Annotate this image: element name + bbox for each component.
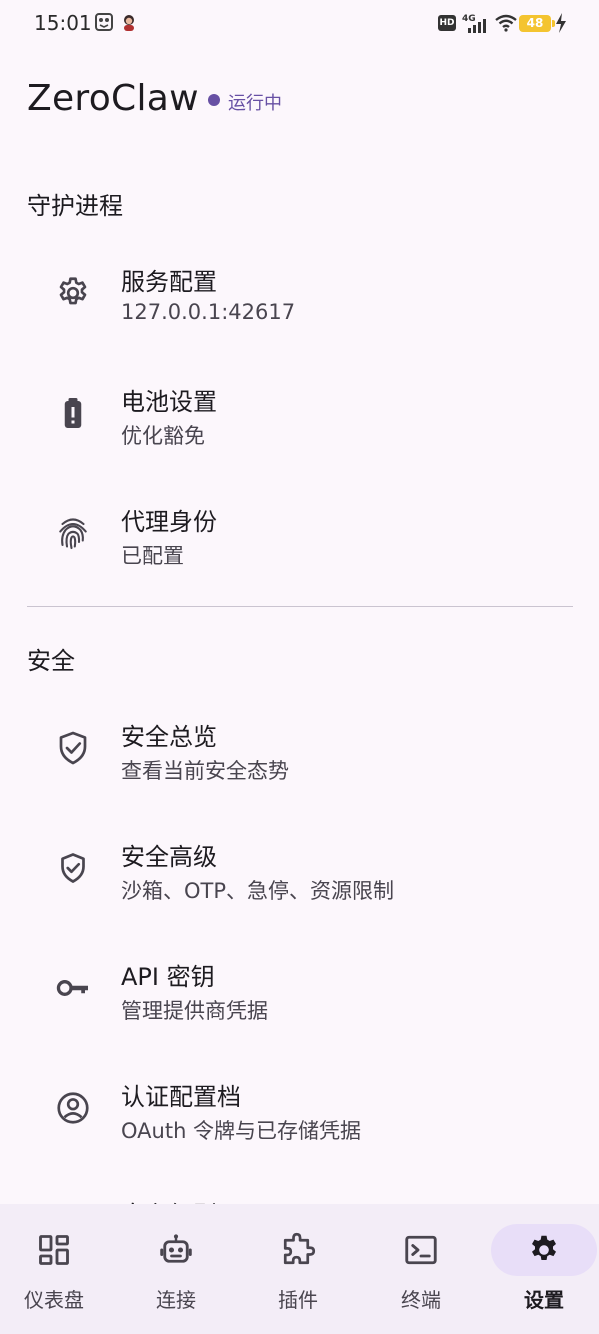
- settings-item-service-config[interactable]: 服务配置 127.0.0.1:42617: [0, 234, 599, 354]
- nav-item-settings[interactable]: 设置: [484, 1204, 599, 1334]
- nav-item-terminal[interactable]: 终端: [361, 1204, 481, 1334]
- nav-label: 仪表盘: [24, 1288, 84, 1312]
- settings-item-label: 安全高级: [121, 843, 217, 871]
- network-type-label: 4G: [462, 14, 476, 24]
- settings-item-api-keys[interactable]: API 密钥 管理提供商凭据: [0, 929, 599, 1049]
- notification-avatar-icon: [124, 15, 134, 31]
- settings-item-auth-profiles[interactable]: 认证配置档 OAuth 令牌与已存储凭据: [0, 1049, 599, 1169]
- puzzle-icon: [283, 1232, 316, 1265]
- battery-alert-icon: [64, 398, 82, 428]
- bottom-navigation-bar: 仪表盘 连接 插件 终端 设置: [0, 1204, 599, 1334]
- app-title: ZeroClaw: [27, 78, 199, 119]
- settings-item-label: API 密钥: [121, 963, 215, 991]
- charging-bolt-icon: [556, 13, 566, 33]
- account-circle-icon: [57, 1092, 89, 1124]
- notification-app-icon: [95, 13, 113, 31]
- settings-item-subtitle: 查看当前安全态势: [121, 759, 289, 783]
- settings-item-subtitle: 优化豁免: [121, 424, 205, 448]
- gear-icon: [532, 1235, 556, 1261]
- section-title-daemon: 守护进程: [27, 192, 123, 220]
- settings-item-label: 安全总览: [121, 723, 217, 751]
- running-status-dot: [208, 94, 220, 106]
- section-title-security: 安全: [27, 647, 75, 675]
- status-time: 15:01: [34, 11, 92, 35]
- settings-item-subtitle: 已配置: [121, 544, 184, 568]
- settings-item-label: 认证配置档: [121, 1083, 241, 1111]
- nav-label: 连接: [156, 1288, 196, 1312]
- nav-label: 设置: [524, 1288, 564, 1312]
- status-bar: 15:01 HD 4G 48: [0, 0, 599, 48]
- dashboard-icon: [39, 1235, 69, 1265]
- settings-item-subtitle: 沙箱、OTP、急停、资源限制: [121, 879, 395, 903]
- settings-item-security-advanced[interactable]: 安全高级 沙箱、OTP、急停、资源限制: [0, 809, 599, 929]
- settings-item-subtitle: OAuth 令牌与已存储凭据: [121, 1119, 362, 1143]
- nav-label: 终端: [401, 1288, 441, 1312]
- section-divider: [27, 606, 573, 607]
- settings-item-subtitle: 127.0.0.1:42617: [121, 300, 296, 324]
- hd-badge: HD: [438, 15, 456, 31]
- settings-item-battery[interactable]: 电池设置 优化豁免: [0, 354, 599, 474]
- settings-screen: 15:01 HD 4G 48 ZeroClaw 运行中 守护进程 服务配置 12…: [0, 0, 599, 1334]
- fingerprint-icon: [59, 518, 87, 550]
- running-status-label: 运行中: [228, 93, 282, 114]
- terminal-icon: [405, 1235, 437, 1265]
- nav-item-connections[interactable]: 连接: [116, 1204, 236, 1334]
- settings-item-security-overview[interactable]: 安全总览 查看当前安全态势: [0, 689, 599, 809]
- settings-item-label: 代理身份: [121, 508, 217, 536]
- settings-item-label: 服务配置: [121, 268, 217, 296]
- settings-item-subtitle: 管理提供商凭据: [121, 999, 268, 1023]
- gear-icon: [59, 277, 87, 305]
- settings-item-agent-identity[interactable]: 代理身份 已配置: [0, 474, 599, 594]
- key-icon: [56, 980, 88, 996]
- wifi-icon: [495, 14, 517, 32]
- nav-item-plugins[interactable]: 插件: [238, 1204, 358, 1334]
- cellular-signal-icon: 4G: [462, 14, 486, 33]
- nav-item-dashboard[interactable]: 仪表盘: [0, 1204, 114, 1334]
- robot-icon: [160, 1234, 192, 1263]
- shield-check-icon: [59, 731, 87, 765]
- shield-check-icon: [61, 853, 85, 883]
- settings-item-label: 电池设置: [121, 388, 217, 416]
- battery-icon: 48: [519, 15, 555, 32]
- nav-label: 插件: [278, 1288, 318, 1312]
